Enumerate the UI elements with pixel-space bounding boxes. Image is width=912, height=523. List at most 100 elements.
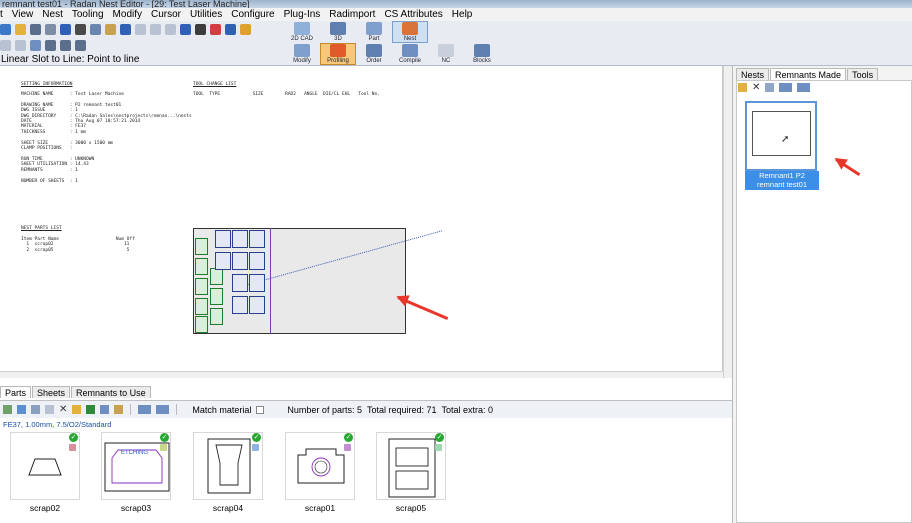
select-icon[interactable] <box>30 40 41 51</box>
info-icon[interactable] <box>225 24 236 35</box>
nested-parts <box>193 228 271 334</box>
view-options-icon[interactable] <box>779 83 793 92</box>
print-icon[interactable] <box>45 24 56 35</box>
cut-icon[interactable] <box>75 24 86 35</box>
part-card-scrap03[interactable] <box>101 432 171 500</box>
nested-part[interactable] <box>210 308 223 325</box>
split-view-icon[interactable] <box>75 40 86 51</box>
edit-icon[interactable] <box>31 405 40 414</box>
refresh-icon[interactable] <box>180 24 191 35</box>
part-button[interactable]: Part <box>356 21 392 43</box>
menu-tooling[interactable]: Tooling <box>72 9 104 20</box>
nested-part[interactable] <box>195 238 208 255</box>
part-card-scrap05[interactable] <box>376 432 446 500</box>
nc-button[interactable]: NC <box>428 43 464 65</box>
order-button[interactable]: Order <box>356 43 392 65</box>
help-icon[interactable] <box>240 24 251 35</box>
part-card-scrap04[interactable] <box>193 432 263 500</box>
sort-icon[interactable] <box>156 405 170 414</box>
menu-view[interactable]: View <box>12 9 34 20</box>
pan-icon[interactable] <box>165 24 176 35</box>
nested-part[interactable] <box>195 278 208 295</box>
menu-modify[interactable]: Modify <box>113 9 142 20</box>
new-icon[interactable] <box>0 24 11 35</box>
match-material-checkbox[interactable] <box>256 405 265 414</box>
nested-part[interactable] <box>249 252 265 270</box>
remove-part-icon[interactable]: ✕ <box>59 405 67 415</box>
canvas-vertical-scrollbar[interactable] <box>723 66 732 378</box>
menu-plugins[interactable]: Plug-Ins <box>284 9 321 20</box>
zoom-icon[interactable] <box>150 24 161 35</box>
tab-sheets[interactable]: Sheets <box>32 386 71 398</box>
tab-remnants-made[interactable]: Remnants Made <box>770 68 847 80</box>
copy-icon[interactable] <box>90 24 101 35</box>
tab-remnants-to-use[interactable]: Remnants to Use <box>71 386 151 398</box>
nested-part[interactable] <box>195 316 208 333</box>
nested-part[interactable] <box>232 252 248 270</box>
nest-parts-text: Item Part Name Num Off 1 scrap02 11 2 sc… <box>21 237 135 253</box>
copy-part-icon[interactable] <box>45 405 54 414</box>
part-card-scrap01[interactable] <box>285 432 355 500</box>
nested-part[interactable] <box>215 230 231 248</box>
3d-button[interactable]: 3D <box>320 21 356 43</box>
nest-button[interactable]: Nest <box>392 21 428 43</box>
tab-tools[interactable]: Tools <box>847 68 879 80</box>
tab-nests[interactable]: Nests <box>736 68 770 80</box>
open-folder-icon[interactable] <box>738 83 747 92</box>
profiling-button[interactable]: Profiling <box>320 43 356 65</box>
save-icon[interactable] <box>30 24 41 35</box>
menu-utilities[interactable]: Utilities <box>190 9 222 20</box>
canvas-horizontal-scrollbar[interactable] <box>0 371 723 378</box>
nested-part[interactable] <box>195 258 208 275</box>
menu-cursor[interactable]: Cursor <box>151 9 181 20</box>
nested-part[interactable] <box>210 268 223 285</box>
compile-icon <box>402 44 418 57</box>
measure-icon[interactable] <box>195 24 206 35</box>
blocks-button[interactable]: Blocks <box>464 43 500 65</box>
layout-options-icon[interactable] <box>797 83 811 92</box>
nested-part[interactable] <box>249 274 265 292</box>
match-material-label: Match material <box>192 404 252 415</box>
tab-parts[interactable]: Parts <box>0 386 32 398</box>
back-icon[interactable] <box>0 40 11 51</box>
remnant-label[interactable]: Remnant1 P2 remnant test01 <box>745 171 819 190</box>
nested-part[interactable] <box>232 296 248 314</box>
pen-icon[interactable] <box>60 24 71 35</box>
part-icon <box>366 22 382 35</box>
menu-cs-attributes[interactable]: CS Attributes <box>384 9 442 20</box>
close-icon[interactable]: ✕ <box>752 83 760 93</box>
redo-icon[interactable] <box>135 24 146 35</box>
3d-icon <box>330 22 346 35</box>
menu-configure[interactable]: Configure <box>231 9 274 20</box>
folder-icon[interactable] <box>72 405 82 414</box>
undo-icon[interactable] <box>120 24 131 35</box>
delete-icon[interactable] <box>210 24 221 35</box>
view-mode-icon[interactable] <box>138 405 152 414</box>
menu-file[interactable]: t <box>0 9 3 20</box>
copy-icon[interactable] <box>765 83 775 92</box>
nested-part[interactable] <box>232 274 248 292</box>
2d-cad-button[interactable]: 2D CAD <box>284 21 320 43</box>
add-part-icon[interactable] <box>3 405 12 414</box>
nested-part[interactable] <box>249 296 265 314</box>
nested-part[interactable] <box>195 298 208 315</box>
nested-part[interactable] <box>215 252 231 270</box>
list-icon[interactable] <box>100 405 110 414</box>
nested-part[interactable] <box>210 288 223 305</box>
part-card-scrap02[interactable] <box>10 432 80 500</box>
import-icon[interactable] <box>17 405 26 414</box>
compile-button[interactable]: Compile <box>392 43 428 65</box>
nested-part[interactable] <box>249 230 265 248</box>
menu-nest[interactable]: Nest <box>42 9 63 20</box>
window-icon[interactable] <box>60 40 71 51</box>
menu-help[interactable]: Help <box>452 9 473 20</box>
nest-run-icon[interactable] <box>86 405 96 414</box>
forward-icon[interactable] <box>15 40 26 51</box>
report-icon[interactable] <box>114 405 124 414</box>
view-icon[interactable] <box>45 40 56 51</box>
open-icon[interactable] <box>15 24 26 35</box>
menu-radimport[interactable]: Radimport <box>329 9 375 20</box>
paste-icon[interactable] <box>105 24 116 35</box>
check-icon: ✓ <box>69 433 78 442</box>
nested-part[interactable] <box>232 230 248 248</box>
